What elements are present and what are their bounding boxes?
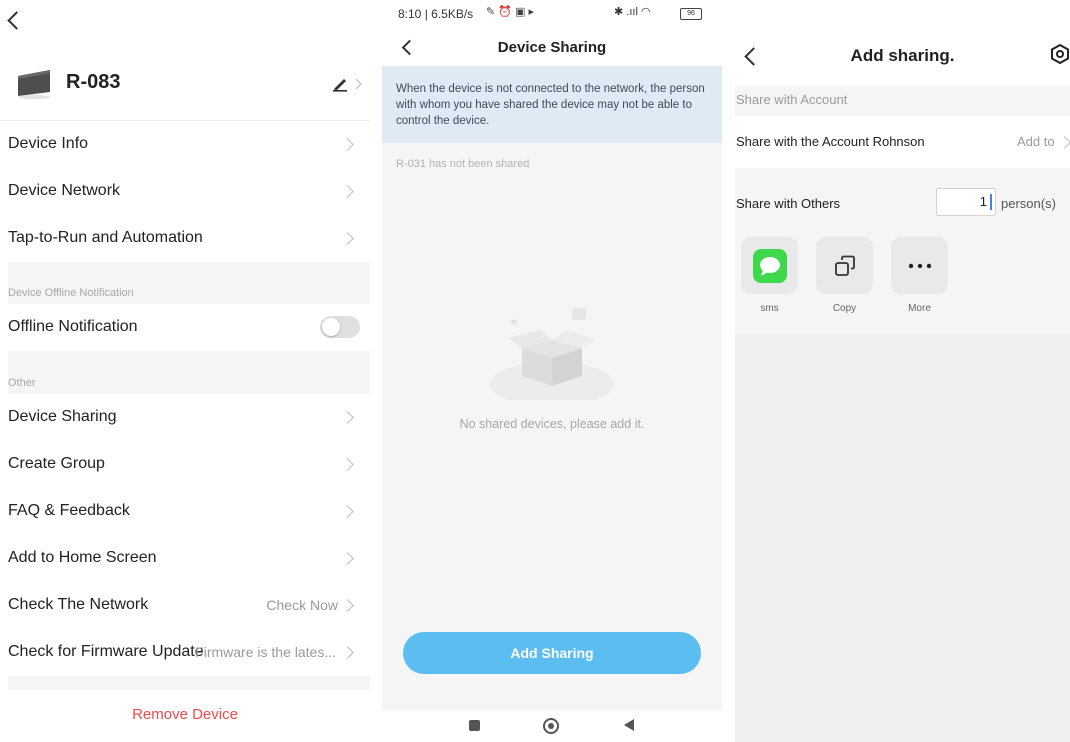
create-group-label: Create Group	[8, 455, 105, 472]
status-bar: 8:10 | 6.5KB/s ✎ ⏰ ▣ ▸ ✱ .ııl ◠ 96	[382, 0, 722, 28]
chevron-right-icon	[341, 552, 354, 565]
add-to-home-label: Add to Home Screen	[8, 549, 157, 566]
faq-feedback-label: FAQ & Feedback	[8, 502, 130, 519]
status-time: 8:10 | 6.5KB/s	[398, 7, 474, 21]
device-network-row[interactable]: Device Network	[0, 168, 370, 214]
offline-notice: When the device is not connected to the …	[382, 66, 722, 143]
empty-box-illustration	[482, 300, 622, 406]
firmware-update-label: Check for Firmware Update	[8, 643, 204, 660]
empty-state-text: No shared devices, please add it.	[459, 417, 645, 431]
message-bubble-icon	[752, 248, 787, 283]
add-sharing-nav: Add sharing.	[735, 0, 1070, 85]
device-sharing-label: Device Sharing	[8, 408, 117, 425]
check-network-row[interactable]: Check The Network Check Now	[0, 582, 370, 628]
copy-label: Copy	[832, 303, 857, 314]
person-count-value: 1	[979, 194, 987, 209]
add-sharing-panel: Add sharing. Share with Account Share wi…	[735, 0, 1070, 742]
share-account-label: Share with the Account Rohnson	[736, 134, 925, 149]
firmware-update-row[interactable]: Check for Firmware Update Firmware is th…	[0, 629, 370, 675]
offline-notification-toggle[interactable]	[320, 316, 360, 338]
faq-feedback-row[interactable]: FAQ & Feedback	[0, 488, 370, 534]
device-sharing-row[interactable]: Device Sharing	[0, 394, 370, 440]
signal-icon: ✱ .ııl ◠	[614, 6, 651, 18]
back-triangle-icon[interactable]	[624, 719, 634, 731]
status-icons: ✎ ⏰ ▣ ▸	[486, 6, 534, 18]
more-label: More	[908, 303, 931, 314]
recent-apps-icon[interactable]	[469, 720, 480, 731]
other-section-header: Other	[8, 351, 370, 394]
chevron-right-icon	[341, 138, 354, 151]
add-sharing-label: Add Sharing	[510, 645, 594, 661]
share-account-header: Share with Account	[736, 92, 848, 107]
bottom-spacer	[8, 676, 370, 690]
page-title: Device Sharing	[497, 39, 607, 56]
chevron-right-icon	[341, 505, 354, 518]
person-count-input[interactable]: 1	[936, 188, 996, 216]
sms-label: sms	[760, 303, 779, 314]
remove-device-button[interactable]: Remove Device	[0, 706, 370, 723]
person-unit-label: person(s)	[1001, 196, 1056, 211]
add-sharing-button[interactable]: Add Sharing	[403, 632, 701, 674]
device-network-label: Device Network	[8, 182, 121, 199]
offline-notification-row: Offline Notification	[0, 304, 370, 350]
chevron-right-icon	[341, 646, 354, 659]
add-to-home-row[interactable]: Add to Home Screen	[0, 535, 370, 581]
device-sharing-panel: 8:10 | 6.5KB/s ✎ ⏰ ▣ ▸ ✱ .ııl ◠ 96 Devic…	[382, 0, 722, 742]
check-network-value: Check Now	[266, 597, 338, 613]
not-shared-text: R-031 has not been shared	[396, 158, 530, 170]
share-account-row[interactable]: Share with the Account Rohnson Add to	[735, 116, 1070, 168]
chevron-right-icon	[341, 411, 354, 424]
chevron-right-icon	[341, 599, 354, 612]
text-cursor	[990, 194, 992, 210]
copy-share-button[interactable]	[816, 237, 873, 294]
firmware-update-value: Firmware is the lates...	[195, 644, 336, 660]
settings-hex-icon[interactable]	[1051, 43, 1069, 69]
page-title: Add sharing.	[850, 46, 955, 65]
offline-notification-label: Offline Notification	[8, 318, 138, 335]
chevron-right-icon	[341, 185, 354, 198]
back-icon[interactable]	[7, 11, 26, 30]
home-icon[interactable]	[543, 718, 559, 734]
more-dots-icon	[908, 263, 931, 268]
sms-share-button[interactable]	[741, 237, 798, 294]
device-name: R-083	[66, 71, 121, 93]
edit-name-icon[interactable]	[332, 76, 366, 97]
more-share-button[interactable]	[891, 237, 948, 294]
copy-icon	[834, 255, 855, 276]
offline-section-header: Device Offline Notification	[8, 262, 370, 304]
device-info-label: Device Info	[8, 135, 89, 152]
share-sheet-body	[735, 334, 1070, 742]
share-others-label: Share with Others	[736, 196, 841, 211]
device-settings-panel: R-083 Device Info Device Network Tap-to-…	[0, 0, 370, 742]
chevron-right-icon	[1058, 136, 1070, 149]
sharing-nav-bar: Device Sharing	[382, 28, 722, 66]
notice-text: When the device is not connected to the …	[396, 83, 705, 127]
share-others-row: Share with Others 1 person(s)	[735, 176, 1070, 230]
battery-icon: 96	[680, 8, 702, 20]
tap-to-run-row[interactable]: Tap-to-Run and Automation	[0, 215, 370, 261]
system-nav-bar	[382, 710, 722, 742]
chevron-right-icon	[341, 232, 354, 245]
check-network-label: Check The Network	[8, 596, 149, 613]
device-info-row[interactable]: Device Info	[0, 121, 370, 167]
add-to-label: Add to	[1017, 134, 1055, 149]
create-group-row[interactable]: Create Group	[0, 441, 370, 487]
chevron-right-icon	[341, 458, 354, 471]
battery-level: 96	[687, 10, 695, 17]
tap-to-run-label: Tap-to-Run and Automation	[8, 229, 203, 246]
device-thumbnail	[14, 66, 52, 100]
